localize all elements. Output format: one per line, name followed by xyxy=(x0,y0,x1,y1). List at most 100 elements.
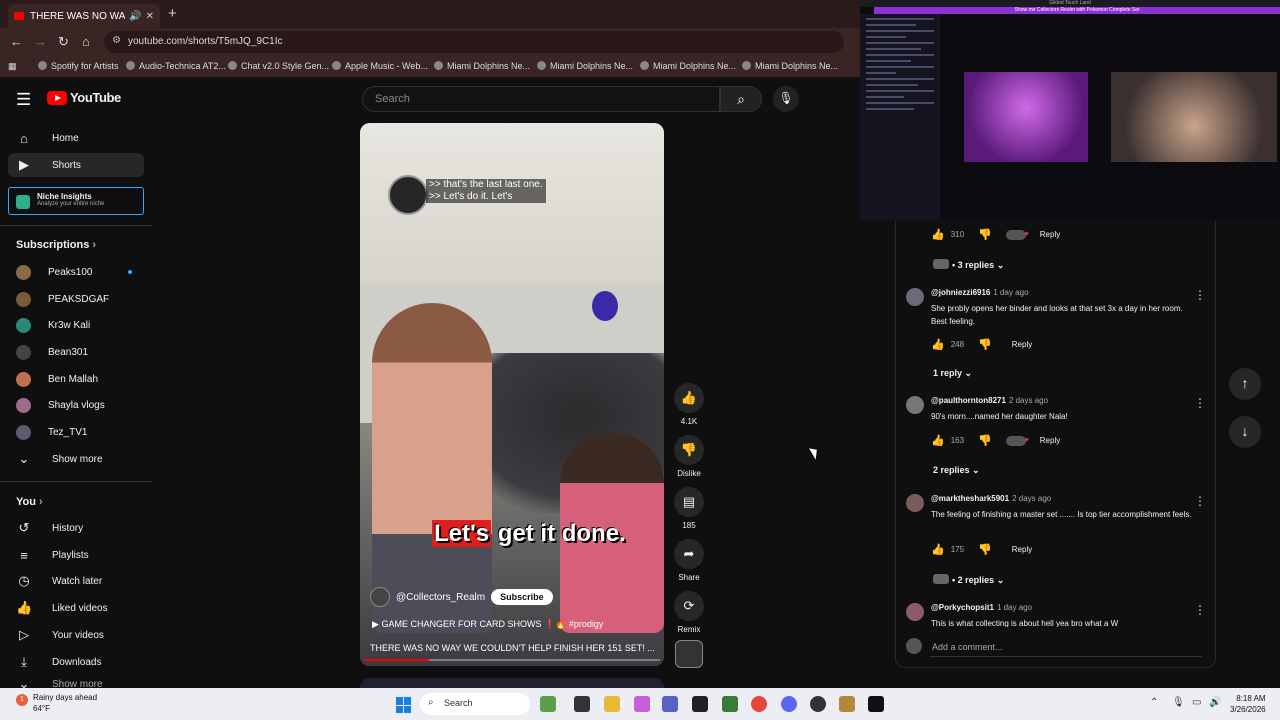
view-replies-button[interactable]: 1 reply ⌄ xyxy=(933,368,972,379)
comment-handle[interactable]: @marktheshark5901 2 days ago xyxy=(931,494,1051,503)
apps-grid-icon[interactable]: ▦ xyxy=(8,61,17,72)
sidebar-item-downloads[interactable]: ⤓ Downloads xyxy=(8,650,144,674)
capcut-icon[interactable] xyxy=(692,696,708,712)
game-app-icon[interactable] xyxy=(722,696,738,712)
commenter-avatar[interactable] xyxy=(906,396,924,414)
volume-icon[interactable]: 🔊 xyxy=(1209,697,1221,708)
thumbs-down-icon[interactable]: 👎 xyxy=(978,543,992,556)
add-comment-field[interactable]: Add a comment... xyxy=(906,638,1206,657)
bookmark-audio-technica[interactable]: Audio-Technica AT2... xyxy=(126,61,226,71)
bookmark-dolphins-1[interactable]: Miami Dolphins Ne... xyxy=(434,61,530,71)
subscription-item[interactable]: Ben Mallah xyxy=(16,369,136,389)
bookmark-dolphins-3[interactable]: Miami Dolphins Ne... xyxy=(640,61,736,71)
app-icon[interactable] xyxy=(839,696,855,712)
subscribe-button[interactable]: Subscribe xyxy=(491,589,553,605)
chrome-icon[interactable] xyxy=(751,696,767,712)
new-tab-icon[interactable]: + xyxy=(168,5,177,22)
show-more-subscriptions[interactable]: ⌄ Show more xyxy=(8,447,144,471)
subscription-item[interactable]: Tez_TV1 xyxy=(16,422,136,442)
thumbs-up-icon[interactable]: 👍 xyxy=(931,434,945,447)
channel-handle[interactable]: @Collectors_Realm xyxy=(396,592,485,603)
share-button[interactable]: ➦ Share xyxy=(672,539,706,582)
bookmark-chat-style[interactable]: Chat v2.0 Style Gen... xyxy=(228,61,329,71)
video-progress-bar[interactable] xyxy=(364,659,660,661)
bookmark-apple-music[interactable]: Apple Music - Web... xyxy=(332,61,428,71)
file-explorer-icon[interactable] xyxy=(604,696,620,712)
home-icon[interactable]: ⌂ xyxy=(82,34,90,49)
search-button[interactable]: ⌕ xyxy=(720,86,762,112)
dislike-button[interactable]: 👎 Dislike xyxy=(672,435,706,478)
sidebar-item-liked-videos[interactable]: 👍 Liked videos xyxy=(8,596,144,620)
view-replies-button[interactable]: • 2 replies ⌄ xyxy=(933,574,1004,586)
more-options-icon[interactable]: ⋮ xyxy=(1194,396,1206,410)
tray-overflow-icon[interactable]: ⌃ xyxy=(1150,697,1158,708)
video-description[interactable]: ▶ GAME CHANGER FOR CARD SHOWS ❗🔥 #prodig… xyxy=(372,619,603,630)
teams-icon[interactable] xyxy=(662,696,678,712)
subscription-item[interactable]: Shayla vlogs xyxy=(16,395,136,415)
tab-close-icon[interactable]: ✕ xyxy=(146,11,154,22)
windows-start-icon[interactable] xyxy=(396,697,412,713)
reply-button[interactable]: Reply xyxy=(1040,436,1060,445)
hamburger-menu-icon[interactable]: ☰ xyxy=(16,90,31,110)
copilot-icon[interactable] xyxy=(634,696,650,712)
video-title[interactable]: THERE WAS NO WAY WE COULDN'T HELP FINISH… xyxy=(370,643,656,653)
search-input[interactable]: Search xyxy=(362,86,720,112)
commenter-avatar[interactable] xyxy=(906,603,924,621)
comment-handle[interactable]: @johniezzi6916 1 day ago xyxy=(931,288,1029,297)
more-options-icon[interactable]: ⋮ xyxy=(1194,603,1206,617)
weather-widget[interactable]: 1 Rainy days ahead 64°F xyxy=(16,692,97,714)
thumbs-up-icon[interactable]: 👍 xyxy=(931,228,945,241)
subscription-item[interactable]: Kr3w Kali xyxy=(16,315,136,335)
browser-tab-active[interactable]: THERE WAS NO WAY WE COULDN'T 🔊 ✕ xyxy=(8,4,160,28)
next-short-button[interactable]: ↓ xyxy=(1229,416,1261,448)
sidebar-item-cut-off[interactable]: ⌄ Show more xyxy=(8,678,144,688)
next-short-preview[interactable] xyxy=(360,678,664,688)
comments-button[interactable]: ▤ 185 xyxy=(672,487,706,530)
sidebar-item-playlists[interactable]: ≡ Playlists xyxy=(8,543,144,567)
sidebar-item-shorts[interactable]: ▶ Shorts xyxy=(8,153,144,177)
comment-handle[interactable]: @Porkychopsit1 1 day ago xyxy=(931,603,1032,612)
sidebar-item-history[interactable]: ↺ History xyxy=(8,516,144,540)
more-options-icon[interactable]: ⋮ xyxy=(1194,288,1206,302)
back-icon[interactable]: ← xyxy=(10,34,23,49)
channel-avatar[interactable] xyxy=(370,587,390,607)
previous-short-button[interactable]: ↑ xyxy=(1229,368,1261,400)
terminal-icon[interactable] xyxy=(868,696,884,712)
subscription-item[interactable]: PEAKSDGAF xyxy=(16,289,136,309)
reload-icon[interactable]: ↻ xyxy=(58,34,69,50)
microphone-icon[interactable]: 🎙 xyxy=(1172,697,1185,708)
subscription-item[interactable]: Peaks100 xyxy=(16,262,136,282)
hashtag-link[interactable]: #prodigy xyxy=(569,619,604,629)
commenter-avatar[interactable] xyxy=(906,494,924,512)
subscriptions-heading[interactable]: Subscriptions › xyxy=(16,239,96,251)
you-heading[interactable]: You › xyxy=(16,496,43,508)
sidebar-item-watch-later[interactable]: ◷ Watch later xyxy=(8,569,144,593)
thumbs-down-icon[interactable]: 👎 xyxy=(978,228,992,241)
widgets-icon[interactable] xyxy=(540,696,556,712)
speaker-icon[interactable]: 🔊 xyxy=(129,11,141,22)
taskbar-search[interactable]: ⌕ Search xyxy=(420,693,530,715)
display-icon[interactable]: ▭ xyxy=(1192,697,1201,708)
reply-button[interactable]: Reply xyxy=(1040,230,1060,239)
voice-search-button[interactable]: 🎙 xyxy=(773,86,799,112)
thumbs-down-icon[interactable]: 👎 xyxy=(978,434,992,447)
obs-icon[interactable] xyxy=(810,696,826,712)
youtube-logo[interactable]: YouTube xyxy=(47,90,121,105)
bookmark-spotify[interactable]: Spotify for Artists xyxy=(38,61,119,71)
bookmark-dolphins-4[interactable]: Miami Dolphins Ne... xyxy=(742,61,838,71)
system-clock[interactable]: 8:18 AM 3/26/2026 xyxy=(1230,693,1266,715)
comment-handle[interactable]: @paulthornton8271 2 days ago xyxy=(931,396,1048,405)
site-settings-icon[interactable]: ⚙ xyxy=(112,35,121,46)
bookmark-dolphins-2[interactable]: Miami Dolphins Ne... xyxy=(537,61,633,71)
thumbs-up-icon[interactable]: 👍 xyxy=(931,543,945,556)
remix-button[interactable]: ⟳ Remix xyxy=(672,591,706,634)
subscription-item[interactable]: Bean301 xyxy=(16,342,136,362)
like-button[interactable]: 👍 4.1K xyxy=(672,383,706,426)
more-options-icon[interactable]: ⋮ xyxy=(1194,494,1206,508)
reply-button[interactable]: Reply xyxy=(1012,545,1032,554)
niche-insights-button[interactable]: Niche Insights Analyze your entire niche xyxy=(8,187,144,215)
url-field[interactable]: ⚙ youtube.com/shorts/T5mJQ_9C1Ic xyxy=(104,31,844,53)
sidebar-item-home[interactable]: ⌂ Home xyxy=(8,126,144,150)
commenter-avatar[interactable] xyxy=(906,288,924,306)
shorts-video-player[interactable]: >> that's the last last one. >> Let's do… xyxy=(360,123,664,666)
